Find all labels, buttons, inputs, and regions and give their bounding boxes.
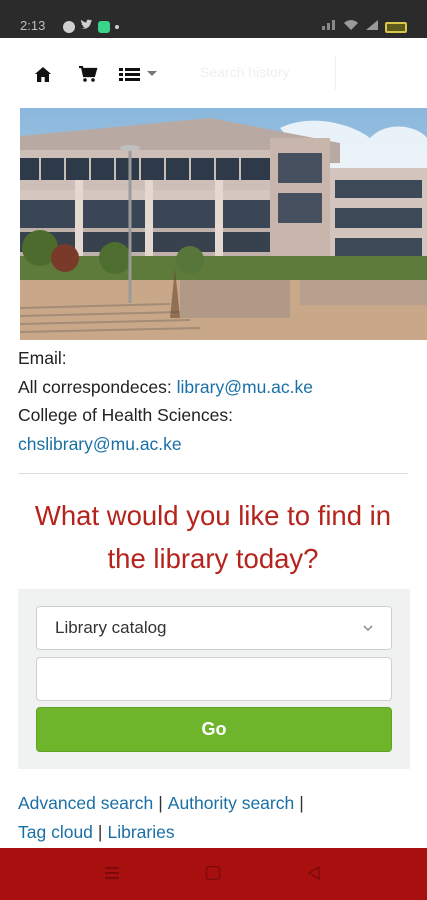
search-history-link[interactable]: Search history — [200, 64, 289, 80]
chevron-down-icon — [363, 621, 373, 635]
back-icon[interactable] — [307, 865, 321, 885]
divider — [18, 473, 408, 474]
android-nav-bar — [0, 848, 427, 900]
search-links: Advanced search | Authority search | Tag cl… — [18, 789, 418, 847]
authority-search-link[interactable]: Authority search — [168, 793, 294, 813]
college-email-link[interactable]: chslibrary@mu.ac.ke — [18, 434, 182, 454]
tag-cloud-link[interactable]: Tag cloud — [18, 822, 93, 842]
search-input[interactable] — [36, 657, 392, 701]
go-button[interactable]: Go — [36, 707, 392, 752]
catalog-select-value: Library catalog — [55, 618, 167, 637]
correspondence-label: All correspondeces: — [18, 376, 172, 397]
link-separator: | — [97, 822, 103, 842]
email-label: Email: — [18, 348, 67, 368]
advanced-search-link[interactable]: Advanced search — [18, 793, 153, 813]
dot-icon — [115, 25, 119, 29]
cart-icon[interactable] — [78, 60, 98, 88]
library-building-image — [20, 108, 427, 340]
recent-apps-icon[interactable] — [104, 866, 120, 885]
status-system-icons — [321, 18, 407, 36]
app-icon — [98, 21, 110, 33]
home-icon[interactable] — [34, 60, 52, 88]
home-nav-icon[interactable] — [205, 865, 221, 885]
sim-icon — [321, 18, 337, 36]
nav-divider — [335, 56, 336, 90]
search-panel: Library catalog Go — [18, 589, 410, 769]
status-notification-icons — [63, 18, 119, 36]
battery-icon — [385, 21, 407, 33]
twitter-icon — [80, 18, 93, 36]
correspondence-email-link[interactable]: library@mu.ac.ke — [177, 377, 313, 397]
libraries-link[interactable]: Libraries — [107, 822, 174, 842]
college-label: College of Health Sciences: — [18, 405, 233, 425]
link-separator: | — [158, 793, 163, 813]
correspondence-line: All correspondeces: library@mu.ac.ke — [18, 373, 418, 402]
catalog-select[interactable]: Library catalog — [36, 606, 392, 650]
signal-icon — [365, 18, 379, 36]
wifi-icon — [343, 18, 359, 36]
messenger-icon — [63, 21, 75, 33]
status-time: 2:13 — [20, 18, 46, 33]
search-headline: What would you like to find in the libra… — [34, 500, 392, 574]
status-bar: 2:13 — [0, 0, 427, 38]
list-icon[interactable] — [118, 60, 162, 88]
link-separator: | — [299, 793, 304, 813]
top-navbar: Search history — [0, 38, 427, 108]
contact-info: Email: All correspondeces: library@mu.ac… — [18, 344, 418, 458]
